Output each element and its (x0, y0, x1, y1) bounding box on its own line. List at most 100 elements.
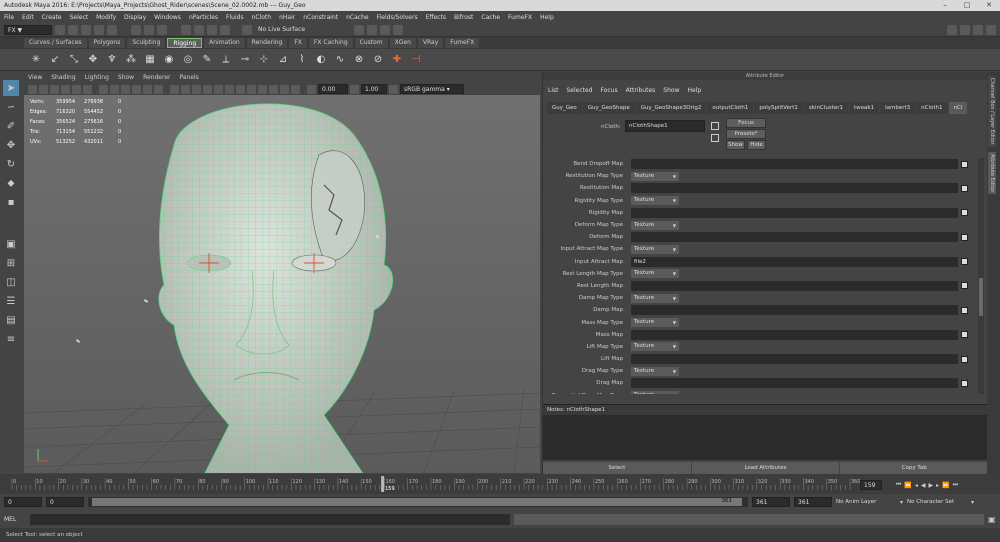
ae-menu-focus[interactable]: Focus (601, 87, 618, 94)
shelf-tab-fumefx[interactable]: FumeFX (445, 38, 480, 48)
current-time-marker[interactable] (381, 476, 385, 492)
map-link-icon[interactable] (961, 331, 968, 339)
range-bar[interactable]: 361 (88, 497, 748, 507)
anim-end-field[interactable]: 361 (794, 497, 832, 507)
rigid-bind-icon[interactable]: ◎ (180, 52, 196, 68)
shelf-tab-curves-surfaces[interactable]: Curves / Surfaces (24, 38, 87, 48)
scale-tool-icon[interactable]: ⬥ (3, 175, 19, 191)
channel-box-toggle-icon[interactable] (960, 24, 970, 35)
ae-tab-ncloth1[interactable]: nCloth1 (916, 102, 948, 114)
step-forward-frame-icon[interactable]: ▸ (936, 482, 939, 489)
menu-nhair[interactable]: nHair (279, 14, 295, 21)
map-link-icon[interactable] (961, 282, 968, 290)
menu-select[interactable]: Select (70, 14, 89, 21)
select-hierarchy-icon[interactable] (131, 24, 141, 35)
time-slider-ruler[interactable]: 0 10 20 30 40 50 60 70 80 90 100 110 120 130 140 150 160… (0, 474, 860, 494)
shelf-tab-polygons[interactable]: Polygons (88, 38, 126, 48)
paint-select-icon[interactable]: ✐ (3, 118, 19, 134)
menuset-dropdown[interactable]: FX ▼ (4, 24, 52, 35)
map-field[interactable] (631, 354, 958, 365)
step-back-key-icon[interactable]: ⏪ (904, 482, 911, 489)
four-pane-layout-icon[interactable]: ⊞ (3, 255, 19, 271)
attribute-scrollbar[interactable] (978, 158, 984, 394)
notes-area[interactable]: Notes: nClothShape1 (543, 404, 988, 460)
render-settings-icon[interactable] (380, 24, 391, 35)
ae-tab-outputcloth1[interactable]: outputCloth1 (707, 102, 754, 114)
last-tool-icon[interactable]: ▪ (3, 194, 19, 210)
ae-tab-guy-geoshape3orig2[interactable]: Guy_GeoShape3Orig2 (635, 102, 707, 114)
menu-bifrost[interactable]: Bifrost (454, 14, 473, 21)
side-tab-attribute-editor[interactable]: Attribute Editor (988, 152, 996, 195)
redo-icon[interactable] (107, 24, 117, 35)
gate-mask-icon[interactable] (132, 84, 141, 94)
anti-aliasing-icon[interactable] (258, 84, 267, 94)
shadows-icon[interactable] (225, 84, 234, 94)
attribute-editor-toggle-icon[interactable] (973, 24, 983, 35)
parent-constraint-icon[interactable]: ⊿ (275, 52, 291, 68)
ncloth-name-field[interactable]: nClothShape1 (625, 120, 705, 132)
ae-tab-lambert3[interactable]: lambert3 (880, 102, 916, 114)
menu-cache[interactable]: Cache (481, 14, 500, 21)
shelf-tab-xgen[interactable]: XGen (389, 38, 416, 48)
go-to-start-icon[interactable]: ⏮ (896, 481, 901, 489)
snap-point-icon[interactable] (207, 24, 217, 35)
tool-settings-toggle-icon[interactable] (986, 24, 996, 35)
ambient-occlusion-icon[interactable] (236, 84, 245, 94)
ae-menu-attributes[interactable]: Attributes (626, 87, 656, 94)
menu-ncache[interactable]: nCache (346, 14, 368, 21)
head-mesh[interactable] (158, 103, 393, 473)
menu-fluids[interactable]: Fluids (226, 14, 244, 21)
play-forward-icon[interactable]: ▶ (929, 482, 934, 489)
map-field[interactable] (631, 159, 958, 170)
new-scene-icon[interactable] (55, 24, 65, 35)
map-type-dropdown[interactable]: Texture (631, 342, 679, 352)
map-field[interactable]: file2 (631, 256, 958, 267)
ncloth-output-icon[interactable] (711, 134, 719, 142)
map-type-dropdown[interactable]: Texture (631, 366, 679, 376)
point-constraint-icon[interactable]: ⟂ (218, 52, 234, 68)
outliner-layout-icon[interactable]: ☰ (3, 293, 19, 309)
bookmark-icon[interactable] (50, 84, 59, 94)
load-attributes-button[interactable]: Load Attributes (691, 462, 840, 474)
playback-start-field[interactable]: 0 (46, 497, 84, 507)
map-field[interactable] (631, 207, 958, 218)
ipr-render-icon[interactable] (367, 24, 378, 35)
sculpt-deformer-icon[interactable]: ⊘ (370, 52, 386, 68)
wireframe-icon[interactable] (170, 84, 179, 94)
play-back-icon[interactable]: ◀ (921, 482, 926, 489)
ae-tab-guy-geoshape[interactable]: Guy_GeoShape (582, 102, 635, 114)
ae-tab-guy-geo[interactable]: Guy_Geo (547, 102, 582, 114)
snap-curve-icon[interactable] (194, 24, 204, 35)
time-slider[interactable]: 0 10 20 30 40 50 60 70 80 90 100 110 120 130 140 150 160… (0, 474, 1000, 494)
smooth-bind-icon[interactable]: ◉ (161, 52, 177, 68)
presets-button[interactable]: Presets* (726, 129, 766, 139)
viewport-menu-renderer[interactable]: Renderer (143, 74, 170, 81)
show-button[interactable]: Show (726, 140, 745, 150)
map-link-icon[interactable] (961, 184, 968, 192)
camera-select-icon[interactable] (28, 84, 37, 94)
map-type-dropdown[interactable]: Texture (631, 293, 679, 303)
shelf-tab-sculpting[interactable]: Sculpting (127, 38, 166, 48)
grease-pencil-icon[interactable] (83, 84, 92, 94)
shelf-tab-rendering[interactable]: Rendering (246, 38, 288, 48)
menu-modify[interactable]: Modify (96, 14, 116, 21)
map-type-dropdown[interactable]: Texture (631, 269, 679, 279)
motion-blur-icon[interactable] (247, 84, 256, 94)
range-bar-fill[interactable] (92, 498, 742, 506)
select-tool-icon[interactable]: ➤ (3, 80, 19, 96)
focus-button[interactable]: Focus (726, 118, 766, 128)
menu-file[interactable]: File (4, 14, 14, 21)
exposure-field[interactable]: 0.00 (318, 84, 348, 94)
select-component-icon[interactable] (157, 24, 167, 35)
undo-icon[interactable] (94, 24, 104, 35)
isolate-select-icon[interactable] (269, 84, 278, 94)
ae-tab-ncl[interactable]: nCl (948, 102, 968, 114)
film-gate-icon[interactable] (110, 84, 119, 94)
menu-display[interactable]: Display (124, 14, 146, 21)
map-field[interactable] (631, 378, 958, 389)
side-tab-channel-box[interactable]: Channel Box / Layer Editor (988, 76, 996, 147)
go-to-end-icon[interactable]: ⏭ (953, 481, 958, 489)
smooth-shade-icon[interactable] (181, 84, 190, 94)
menu-help[interactable]: Help (540, 14, 554, 21)
copy-tab-button[interactable]: Copy Tab (840, 462, 989, 474)
